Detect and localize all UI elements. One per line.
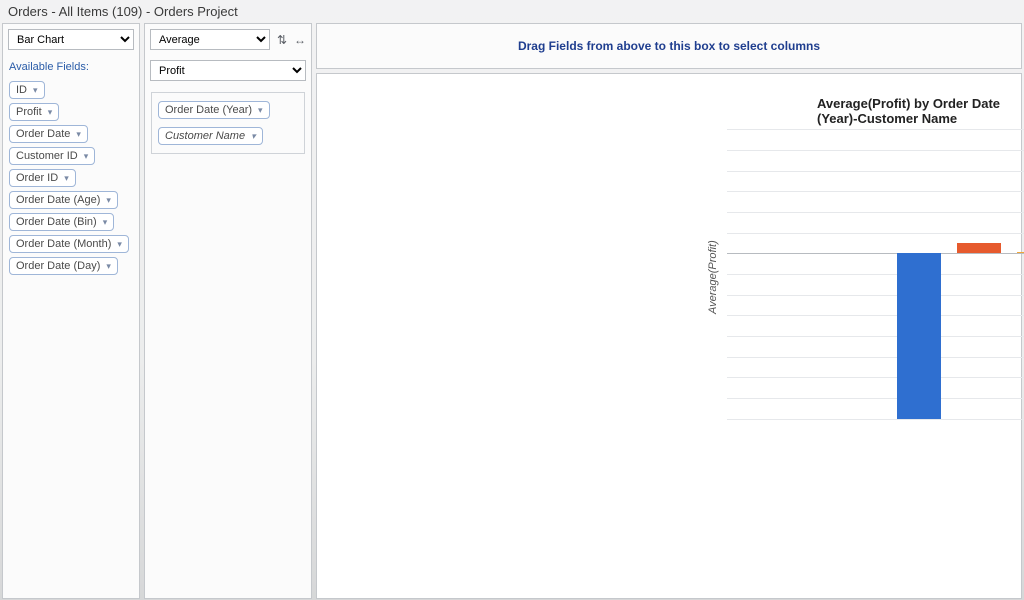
- aggregation-select[interactable]: Average: [150, 29, 270, 50]
- field-pill[interactable]: Order Date (Month)▾: [9, 235, 129, 253]
- chart-type-select[interactable]: Bar Chart: [8, 29, 134, 50]
- chevron-down-icon: ▾: [76, 129, 81, 140]
- columns-dropzone[interactable]: Drag Fields from above to this box to se…: [316, 23, 1022, 69]
- expand-icon[interactable]: ↔: [293, 33, 307, 47]
- chevron-down-icon: ▾: [84, 151, 89, 162]
- chevron-down-icon: ▾: [258, 105, 263, 116]
- main-area: Drag Fields from above to this box to se…: [316, 23, 1022, 599]
- chevron-down-icon: ▾: [33, 85, 38, 96]
- available-fields-label: Available Fields:: [3, 55, 139, 75]
- chart-bar: [957, 243, 1001, 253]
- config-panel: Average ⇅ ↔ Profit Order Date (Year)▾ Cus…: [144, 23, 312, 599]
- chart-bar: [1017, 252, 1024, 253]
- field-pill[interactable]: ID▾: [9, 81, 45, 99]
- chevron-down-icon: ▾: [106, 195, 111, 206]
- swap-axes-icon[interactable]: ⇅: [275, 33, 289, 47]
- field-pill[interactable]: Order ID▾: [9, 169, 76, 187]
- field-pill[interactable]: Order Date▾: [9, 125, 88, 143]
- chevron-down-icon: ▾: [64, 173, 69, 184]
- chart-title: Average(Profit) by Order Date (Year)-Cus…: [817, 96, 1021, 126]
- chart-plot: [727, 124, 1024, 424]
- field-pill[interactable]: Customer ID▾: [9, 147, 95, 165]
- y-axis-label: Average(Profit): [707, 240, 719, 314]
- field-pill[interactable]: Order Date (Bin)▾: [9, 213, 114, 231]
- field-pill[interactable]: Order Date (Age)▾: [9, 191, 118, 209]
- chart-pane: Average(Profit) by Order Date (Year)-Cus…: [316, 73, 1022, 599]
- dimension-pill[interactable]: Order Date (Year)▾: [158, 101, 270, 119]
- window-title: Orders - All Items (109) - Orders Projec…: [0, 0, 1024, 23]
- measure-select[interactable]: Profit: [150, 60, 306, 81]
- chevron-down-icon: ▾: [103, 217, 108, 228]
- available-fields-list: ID▾ Profit▾ Order Date▾ Customer ID▾ Order I…: [3, 75, 139, 281]
- chevron-down-icon: ▾: [117, 239, 122, 250]
- chevron-down-icon: ▾: [48, 107, 53, 118]
- field-pill[interactable]: Profit▾: [9, 103, 59, 121]
- chevron-down-icon: ▾: [251, 131, 256, 142]
- dimension-pill[interactable]: Customer Name▾: [158, 127, 263, 145]
- chevron-down-icon: ▾: [106, 261, 111, 272]
- chart-bar: [897, 253, 941, 419]
- dimensions-dropzone[interactable]: Order Date (Year)▾ Customer Name▾: [151, 92, 305, 154]
- field-pill[interactable]: Order Date (Day)▾: [9, 257, 118, 275]
- left-panel: Bar Chart Available Fields: ID▾ Profit▾ Or…: [2, 23, 140, 599]
